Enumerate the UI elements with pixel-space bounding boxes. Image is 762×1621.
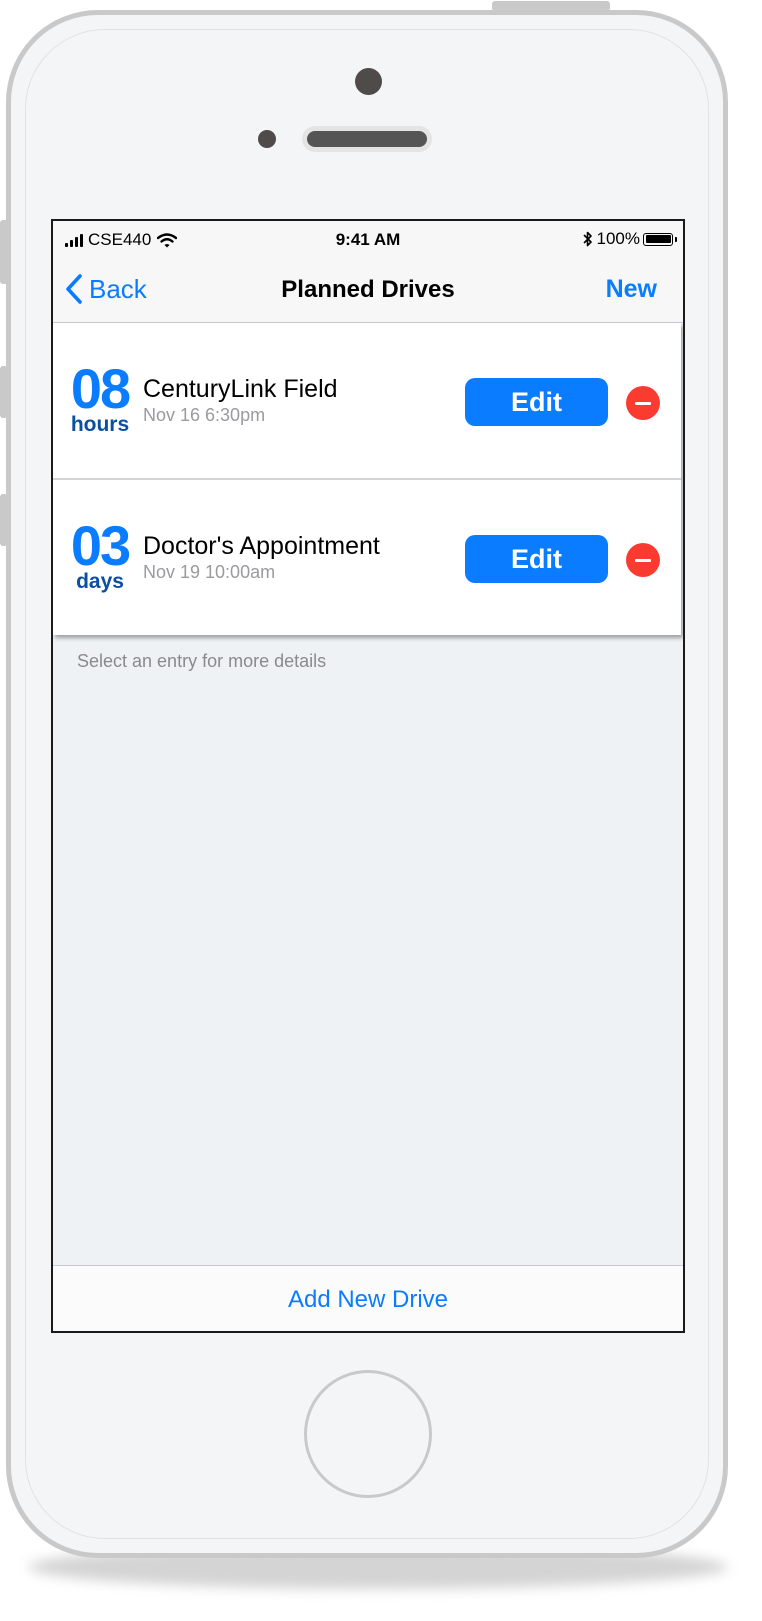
home-button[interactable] bbox=[304, 1370, 432, 1498]
volume-up-button bbox=[0, 366, 8, 418]
countdown-value: 08 bbox=[70, 357, 131, 420]
drive-datetime: Nov 16 6:30pm bbox=[143, 405, 266, 425]
power-button bbox=[492, 1, 610, 11]
edit-button[interactable]: Edit bbox=[465, 535, 608, 583]
countdown: 03 days bbox=[65, 514, 135, 593]
countdown: 08 hours bbox=[65, 357, 135, 436]
bottom-bar: Add New Drive bbox=[53, 1265, 683, 1331]
drive-row[interactable]: 03 days Doctor's Appointment Nov 19 10:0… bbox=[53, 478, 681, 635]
page-title: Planned Drives bbox=[281, 276, 455, 303]
front-camera bbox=[355, 68, 382, 95]
edit-button[interactable]: Edit bbox=[465, 378, 608, 426]
navigation-bar: Back Planned Drives New bbox=[53, 259, 683, 323]
countdown-unit: hours bbox=[70, 413, 130, 436]
status-right: 100% bbox=[582, 229, 677, 249]
battery-icon bbox=[643, 232, 677, 246]
hint-text: Select an entry for more details bbox=[77, 651, 327, 671]
drive-title: Doctor's Appointment bbox=[143, 532, 380, 560]
drive-title: CenturyLink Field bbox=[143, 375, 338, 403]
drive-list: 08 hours CenturyLink Field Nov 16 6:30pm… bbox=[53, 323, 681, 635]
add-new-drive-button[interactable]: Add New Drive bbox=[53, 1286, 683, 1314]
drive-datetime: Nov 19 10:00am bbox=[143, 562, 276, 582]
bluetooth-icon bbox=[582, 231, 592, 247]
countdown-value: 03 bbox=[70, 514, 131, 577]
volume-down-button bbox=[0, 494, 8, 546]
delete-icon[interactable] bbox=[626, 543, 660, 577]
battery-percent: 100% bbox=[596, 229, 640, 248]
screen: CSE440 9:41 AM 100% Back Planned Drives … bbox=[51, 219, 685, 1333]
proximity-sensor bbox=[258, 130, 276, 148]
new-button[interactable]: New bbox=[606, 275, 657, 304]
status-bar: CSE440 9:41 AM 100% bbox=[53, 221, 683, 259]
drive-row[interactable]: 08 hours CenturyLink Field Nov 16 6:30pm… bbox=[53, 323, 681, 478]
earpiece-speaker bbox=[302, 126, 432, 152]
delete-icon[interactable] bbox=[626, 386, 660, 420]
mute-switch bbox=[0, 220, 8, 284]
